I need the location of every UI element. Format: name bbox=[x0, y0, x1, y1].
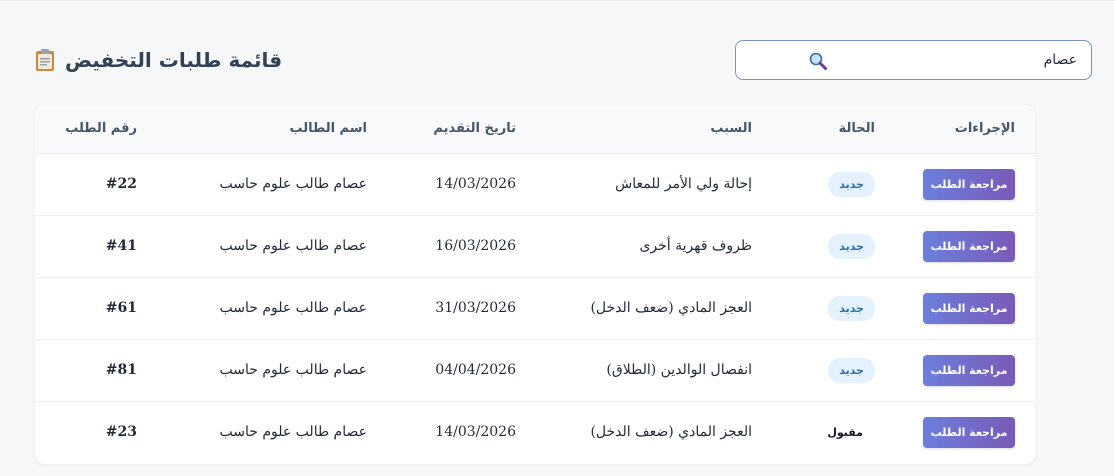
status-badge: جديد bbox=[828, 295, 875, 321]
col-reason-header: السبب bbox=[530, 105, 770, 154]
actions-cell: مراجعة الطلب bbox=[885, 339, 1035, 402]
reason-cell: العجز المادي (ضعف الدخل) bbox=[530, 277, 770, 340]
student-name-cell: عصام طالب علوم حاسب bbox=[170, 215, 385, 278]
student-name-cell: عصام طالب علوم حاسب bbox=[170, 277, 385, 340]
table-row: مراجعة الطلب جديد انفصال الوالدين (الطلاق)… bbox=[35, 339, 1035, 402]
review-request-button[interactable]: مراجعة الطلب bbox=[923, 168, 1015, 200]
review-request-button[interactable]: مراجعة الطلب bbox=[923, 292, 1015, 324]
status-cell: جديد bbox=[770, 339, 885, 402]
student-name-cell: عصام طالب علوم حاسب bbox=[219, 424, 368, 441]
review-request-button[interactable]: مراجعة الطلب bbox=[923, 416, 1015, 448]
table-row: مراجعة الطلب مقبول العجز المادي (ضعف الدخل… bbox=[35, 401, 1035, 463]
reason-cell: ظروف قهرية أخرى bbox=[530, 215, 770, 278]
request-id-cell: #61 bbox=[35, 277, 170, 340]
status-cell: جديد bbox=[770, 215, 885, 278]
actions-cell: مراجعة الطلب bbox=[885, 215, 1035, 278]
reason-cell: إحالة ولي الأمر للمعاش bbox=[530, 153, 770, 216]
col-id-header: رقم الطلب bbox=[35, 105, 170, 154]
request-id-cell: #41 bbox=[35, 215, 170, 278]
status-cell: جديد bbox=[770, 153, 885, 216]
actions-cell: مراجعة الطلب bbox=[885, 401, 1035, 463]
status-cell: مقبول bbox=[770, 401, 885, 463]
date-cell: 16/03/2026 bbox=[385, 215, 530, 278]
status-badge: جديد bbox=[828, 233, 875, 259]
request-id-cell: #22 bbox=[35, 153, 170, 216]
status-badge: مقبول bbox=[827, 425, 863, 439]
table-row: مراجعة الطلب جديد العجز المادي (ضعف الدخل)… bbox=[35, 277, 1035, 340]
table-header-row: الإجراءات الحالة السبب تاريخ التقديم اسم… bbox=[35, 105, 1035, 154]
col-status-header: الحالة bbox=[770, 105, 885, 154]
date-cell: 14/03/2026 bbox=[385, 153, 530, 216]
status-badge: جديد bbox=[828, 171, 875, 197]
request-id-cell: #23 bbox=[105, 424, 137, 441]
page-title: قائمة طلبات التخفيض bbox=[65, 48, 283, 72]
status-badge: جديد bbox=[828, 357, 875, 383]
request-id-cell: #81 bbox=[35, 339, 170, 402]
actions-cell: مراجعة الطلب bbox=[885, 153, 1035, 216]
page: قائمة طلبات التخفيض الإجراءات bbox=[0, 0, 1114, 476]
review-request-button[interactable]: مراجعة الطلب bbox=[923, 354, 1015, 386]
clipboard-icon bbox=[36, 49, 54, 71]
reason-cell: انفصال الوالدين (الطلاق) bbox=[530, 339, 770, 402]
search-box[interactable] bbox=[735, 40, 1092, 80]
student-name-cell: عصام طالب علوم حاسب bbox=[170, 339, 385, 402]
date-cell: 14/03/2026 bbox=[435, 424, 516, 441]
title-wrap: قائمة طلبات التخفيض bbox=[35, 48, 282, 72]
col-date-header: تاريخ التقديم bbox=[385, 105, 530, 154]
search-input[interactable] bbox=[847, 52, 1077, 68]
table-row: مراجعة الطلب جديد ظروف قهرية أخرى 16/03/202… bbox=[35, 215, 1035, 278]
actions-cell: مراجعة الطلب bbox=[885, 277, 1035, 340]
date-cell: 31/03/2026 bbox=[385, 277, 530, 340]
reason-cell: العجز المادي (ضعف الدخل) bbox=[590, 424, 752, 441]
student-name-cell: عصام طالب علوم حاسب bbox=[170, 153, 385, 216]
requests-table-card: الإجراءات الحالة السبب تاريخ التقديم اسم… bbox=[35, 105, 1035, 464]
date-cell: 04/04/2026 bbox=[385, 339, 530, 402]
table-row: مراجعة الطلب جديد إحالة ولي الأمر للمعاش 14… bbox=[35, 153, 1035, 216]
header: قائمة طلبات التخفيض bbox=[35, 39, 1092, 81]
col-actions-header: الإجراءات bbox=[885, 105, 1035, 154]
review-request-button[interactable]: مراجعة الطلب bbox=[923, 230, 1015, 262]
requests-table: الإجراءات الحالة السبب تاريخ التقديم اسم… bbox=[35, 105, 1035, 463]
col-name-header: اسم الطالب bbox=[170, 105, 385, 154]
status-cell: جديد bbox=[770, 277, 885, 340]
search-icon bbox=[809, 52, 827, 70]
